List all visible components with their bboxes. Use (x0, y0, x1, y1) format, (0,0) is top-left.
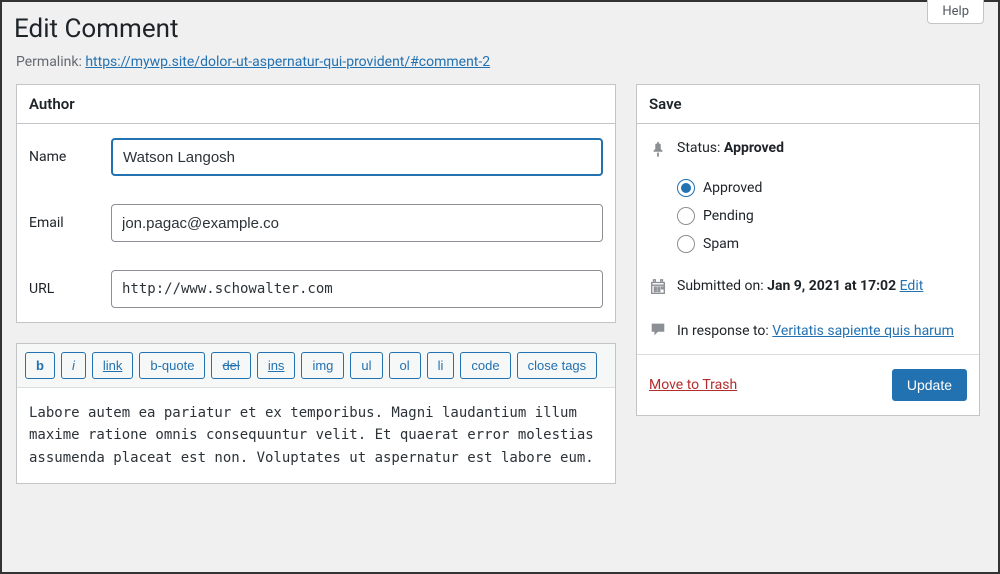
move-to-trash-link[interactable]: Move to Trash (649, 377, 737, 393)
editor-toolbar: b i link b-quote del ins img ul ol li co… (17, 344, 615, 388)
ed-btn-ul[interactable]: ul (350, 352, 382, 379)
comment-icon (649, 320, 667, 342)
radio-spam-input[interactable] (677, 235, 695, 253)
ed-btn-bquote[interactable]: b-quote (139, 352, 205, 379)
radio-pending-label: Pending (703, 208, 754, 224)
radio-pending[interactable]: Pending (677, 202, 967, 230)
editor-textarea[interactable]: Labore autem ea pariatur et ex temporibu… (17, 388, 615, 483)
name-label: Name (17, 124, 99, 190)
status-label: Status: (677, 140, 720, 156)
ed-btn-li[interactable]: li (427, 352, 455, 379)
radio-approved[interactable]: Approved (677, 174, 967, 202)
permalink-link[interactable]: https://mywp.site/dolor-ut-aspernatur-qu… (85, 54, 490, 70)
save-box: Save Status: Approved Approved (636, 84, 980, 416)
name-input[interactable] (111, 138, 603, 176)
radio-pending-input[interactable] (677, 207, 695, 225)
radio-spam-label: Spam (703, 236, 739, 252)
response-row: In response to: Veritatis sapiente quis … (649, 310, 967, 354)
email-input[interactable] (111, 204, 603, 242)
radio-spam[interactable]: Spam (677, 230, 967, 258)
ed-btn-ol[interactable]: ol (389, 352, 421, 379)
permalink-row: Permalink: https://mywp.site/dolor-ut-as… (2, 54, 998, 84)
author-box: Author Name Email URL (16, 84, 616, 323)
ed-btn-del[interactable]: del (211, 352, 250, 379)
help-button[interactable]: Help (927, 0, 984, 24)
status-row: Status: Approved (649, 130, 967, 172)
submitted-row: Submitted on: Jan 9, 2021 at 17:02 Edit (649, 268, 967, 310)
page-title: Edit Comment (2, 2, 998, 54)
permalink-label: Permalink: (16, 54, 82, 70)
update-button[interactable]: Update (892, 369, 967, 401)
radio-approved-label: Approved (703, 180, 762, 196)
ed-btn-link[interactable]: link (92, 352, 134, 379)
ed-btn-close[interactable]: close tags (517, 352, 598, 379)
ed-btn-i[interactable]: i (61, 352, 86, 379)
author-heading: Author (29, 95, 603, 113)
ed-btn-code[interactable]: code (460, 352, 510, 379)
pin-icon (649, 140, 667, 162)
status-value: Approved (724, 140, 784, 156)
response-link[interactable]: Veritatis sapiente quis harum (772, 323, 954, 339)
ed-btn-b[interactable]: b (25, 352, 55, 379)
radio-approved-input[interactable] (677, 179, 695, 197)
email-label: Email (17, 190, 99, 256)
submitted-label: Submitted on: (677, 278, 764, 294)
calendar-icon (649, 278, 667, 300)
edit-date-link[interactable]: Edit (900, 278, 924, 294)
ed-btn-ins[interactable]: ins (257, 352, 296, 379)
response-label: In response to: (677, 323, 769, 339)
submitted-value: Jan 9, 2021 at 17:02 (767, 278, 896, 294)
url-label: URL (17, 256, 99, 322)
save-heading: Save (649, 95, 967, 113)
editor-box: b i link b-quote del ins img ul ol li co… (16, 343, 616, 484)
ed-btn-img[interactable]: img (301, 352, 344, 379)
url-input[interactable] (111, 270, 603, 308)
status-radio-group: Approved Pending Spam (649, 172, 967, 268)
author-heading-row: Author (17, 85, 615, 124)
